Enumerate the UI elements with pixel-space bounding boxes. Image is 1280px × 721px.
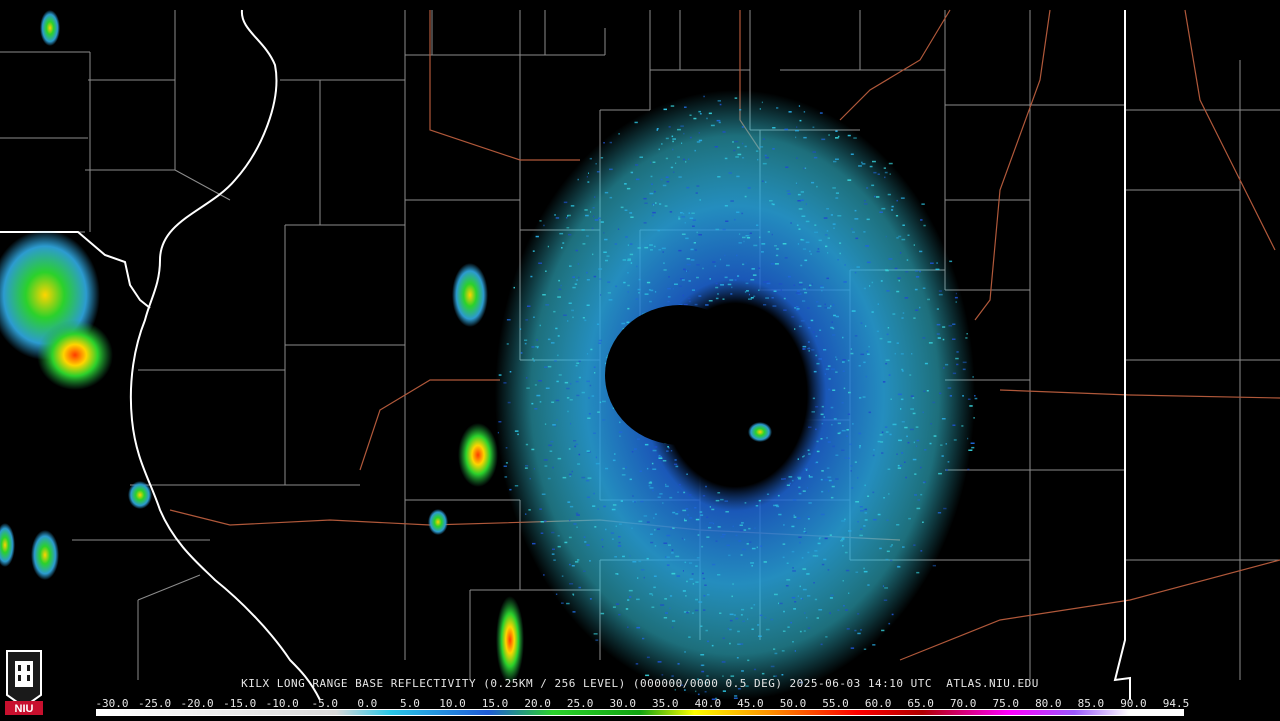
reflectivity-colorbar [96,709,1184,716]
product-caption: KILX LONG RANGE BASE REFLECTIVITY (0.25K… [241,677,1039,690]
radar-reflectivity [495,90,978,700]
radar-map [0,0,1280,720]
